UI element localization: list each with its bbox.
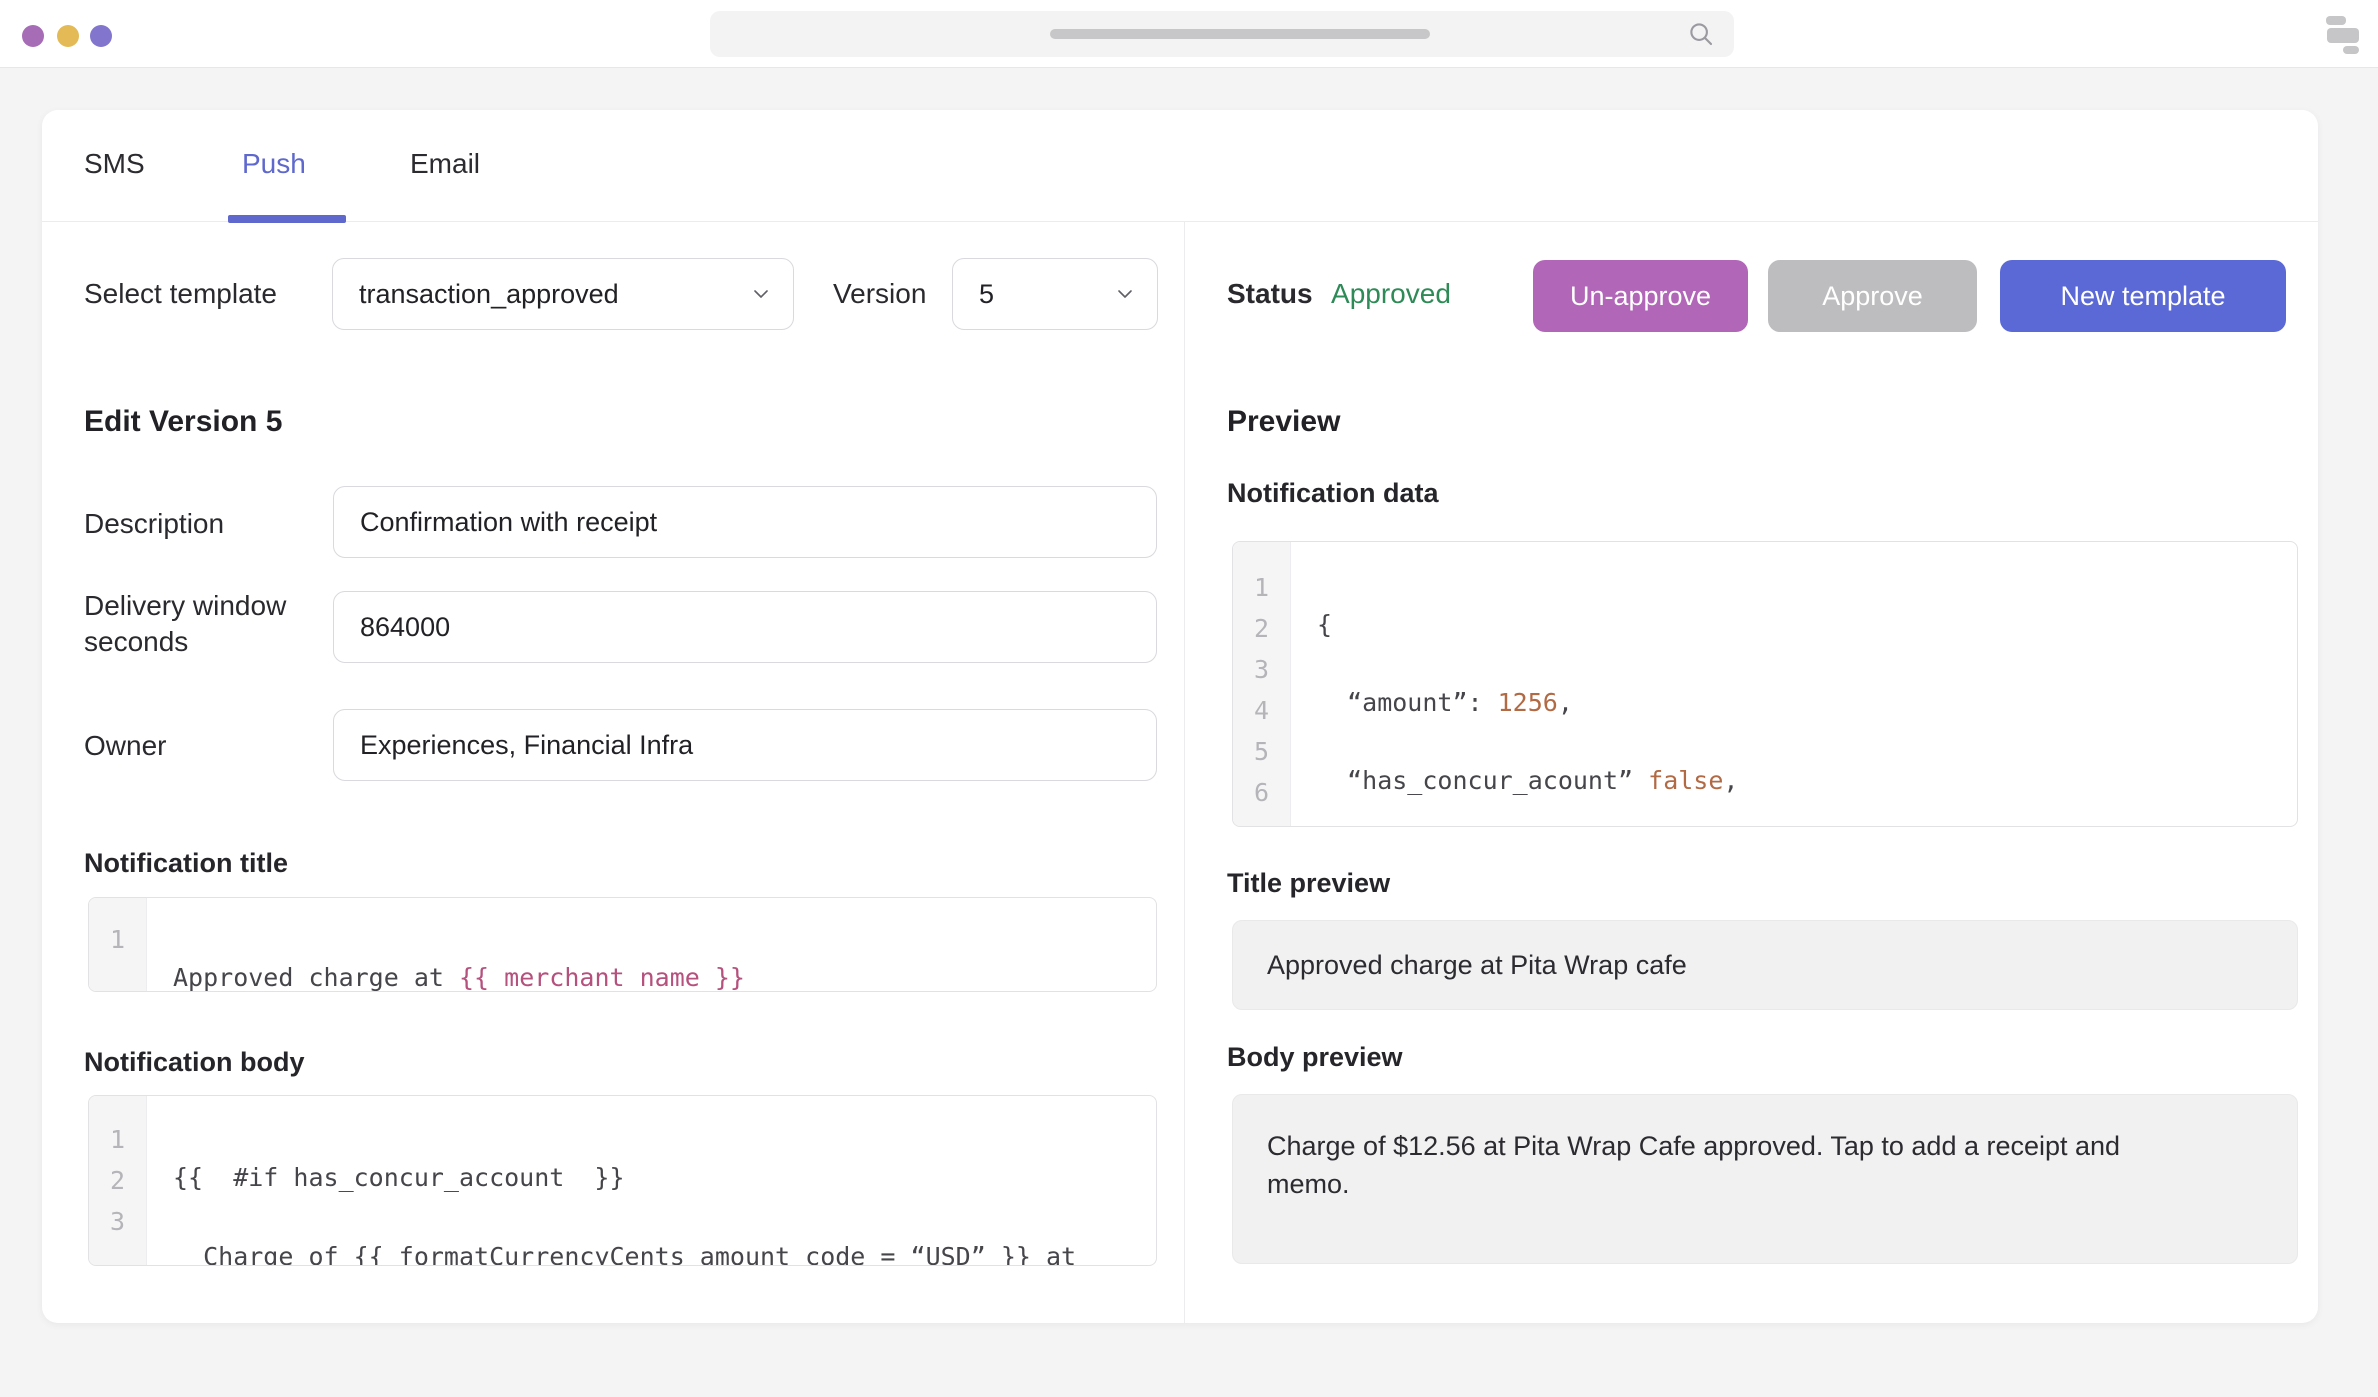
description-label: Description [84,508,224,540]
owner-input[interactable]: Experiences, Financial Infra [333,709,1157,781]
title-preview-box: Approved charge at Pita Wrap cafe [1232,920,2298,1010]
description-input[interactable]: Confirmation with receipt [333,486,1157,558]
status-value: Approved [1331,278,1451,309]
notification-title-editor[interactable]: 1 Approved charge at {{ merchant_name }} [88,897,1157,992]
tab-sms[interactable]: SMS [84,148,145,180]
notification-data-editor[interactable]: 1 2 3 4 5 6 { “amount”: 1256, “has_concu… [1232,541,2298,827]
tab-push[interactable]: Push [242,148,306,180]
stacked-bars-icon[interactable] [2324,16,2360,52]
new-template-button[interactable]: New template [2000,260,2286,332]
template-select-value: transaction_approved [333,279,749,310]
owner-value: Experiences, Financial Infra [334,730,693,761]
notification-title-heading: Notification title [84,848,288,879]
title-preview-heading: Title preview [1227,868,1390,899]
line-number-gutter: 1 2 3 4 5 6 [1233,542,1291,826]
title-preview-value: Approved charge at Pita Wrap cafe [1233,950,1687,981]
window-titlebar [0,0,2378,68]
version-label: Version [833,278,926,310]
chevron-down-icon [1113,282,1157,306]
status-label: Status [1227,278,1313,309]
description-value: Confirmation with receipt [334,507,657,538]
search-icon [1686,19,1716,54]
line-number-gutter: 1 [89,898,147,991]
delivery-window-label: Delivery window seconds [84,588,314,660]
window-control-dot-2[interactable] [57,25,79,47]
panel-divider [1184,222,1185,1323]
search-placeholder-redaction [1050,29,1430,39]
window-control-dot-3[interactable] [90,25,112,47]
notification-body-heading: Notification body [84,1047,304,1078]
window-control-dot-1[interactable] [22,25,44,47]
version-select[interactable]: 5 [952,258,1158,330]
channel-tabs: SMS Push Email [42,110,2318,222]
preview-heading: Preview [1227,405,1340,439]
delivery-window-value: 864000 [334,612,450,643]
search-input[interactable] [710,11,1734,57]
notification-body-editor[interactable]: 1 2 3 {{ #if has_concur_account }} Charg… [88,1095,1157,1266]
select-template-label: Select template [84,278,277,310]
chevron-down-icon [749,282,793,306]
line-number-gutter: 1 2 3 [89,1096,147,1265]
delivery-window-input[interactable]: 864000 [333,591,1157,663]
body-preview-value: Charge of $12.56 at Pita Wrap Cafe appro… [1233,1095,2163,1203]
unapprove-button[interactable]: Un-approve [1533,260,1748,332]
template-editor-card: SMS Push Email Select template transacti… [42,110,2318,1323]
body-code: {{ #if has_concur_account }} Charge of {… [147,1096,1156,1265]
tab-email[interactable]: Email [410,148,480,180]
owner-label: Owner [84,730,166,762]
title-code: Approved charge at {{ merchant_name }} [147,898,1156,991]
body-preview-heading: Body preview [1227,1042,1403,1073]
notification-data-code: { “amount”: 1256, “has_concur_acount” fa… [1291,542,2297,826]
template-select[interactable]: transaction_approved [332,258,794,330]
body-preview-box: Charge of $12.56 at Pita Wrap Cafe appro… [1232,1094,2298,1264]
approve-button[interactable]: Approve [1768,260,1977,332]
version-select-value: 5 [953,279,1113,310]
notification-data-heading: Notification data [1227,478,1439,509]
edit-version-heading: Edit Version 5 [84,405,282,439]
active-tab-underline [228,215,346,223]
